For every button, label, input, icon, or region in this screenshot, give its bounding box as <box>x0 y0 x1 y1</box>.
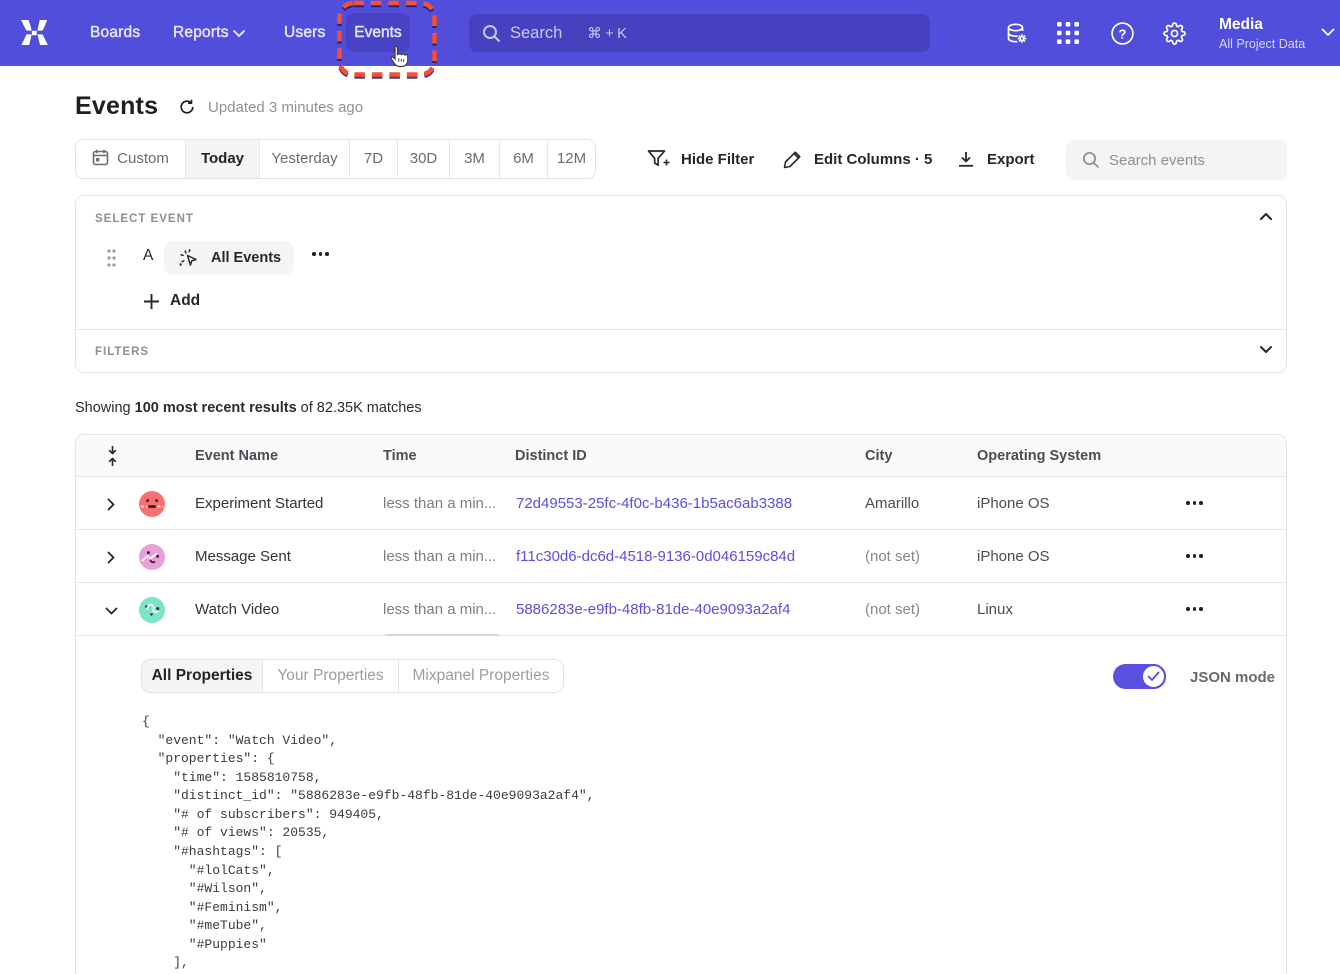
svg-text:?: ? <box>1119 27 1127 42</box>
